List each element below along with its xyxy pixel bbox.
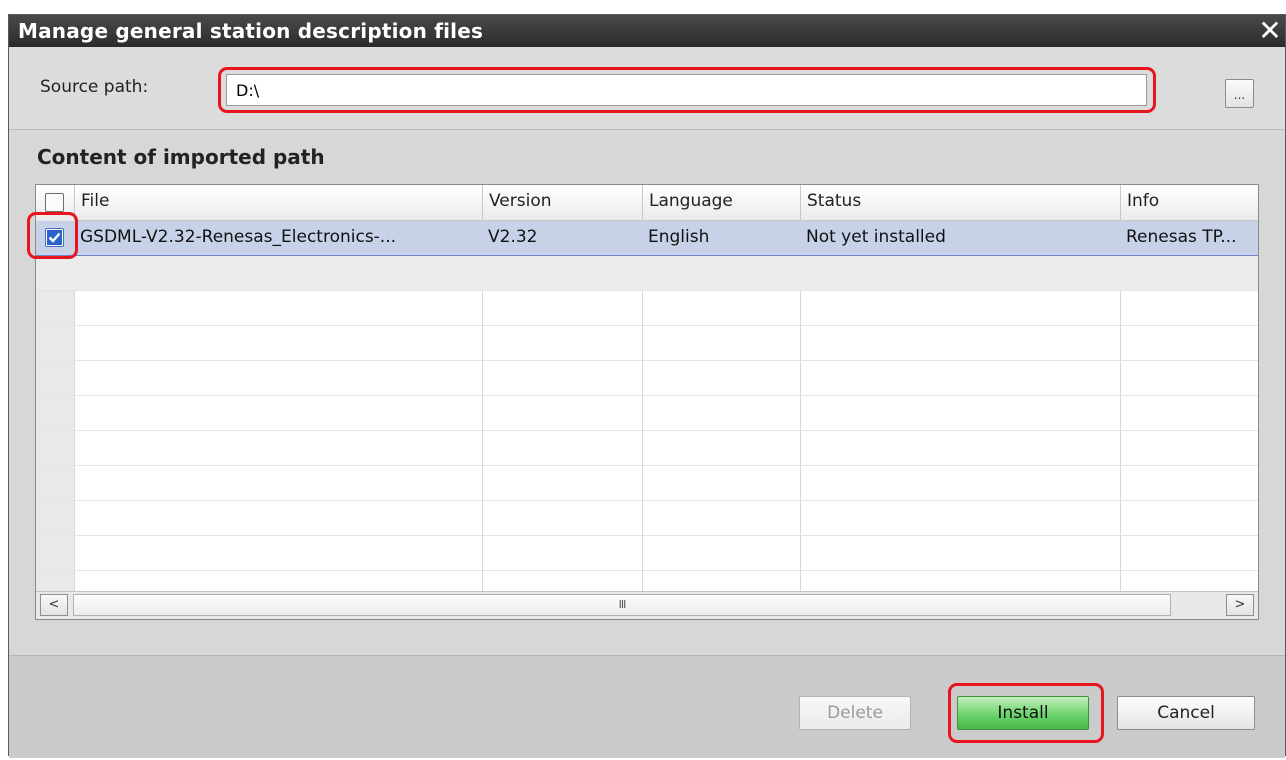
close-icon[interactable]: ✕ (1255, 15, 1285, 47)
cell-info: Renesas TP... (1126, 227, 1237, 247)
cell-status: Not yet installed (806, 227, 946, 247)
column-header-info[interactable]: Info (1120, 185, 1258, 220)
table-row-empty (36, 396, 1258, 431)
scroll-thumb[interactable]: III (73, 594, 1171, 616)
cancel-button[interactable]: Cancel (1117, 696, 1255, 730)
table-row-empty (36, 326, 1258, 361)
scroll-right-icon[interactable]: > (1226, 594, 1254, 616)
table-row-empty (36, 431, 1258, 466)
cell-version: V2.32 (488, 227, 538, 247)
dialog-title: Manage general station description files (18, 19, 484, 43)
table-row[interactable]: GSDML-V2.32-Renesas_Electronics-... V2.3… (36, 221, 1258, 256)
delete-button[interactable]: Delete (799, 696, 911, 730)
column-header-language[interactable]: Language (642, 185, 800, 220)
table-row-empty (36, 501, 1258, 536)
gsd-file-table: File Version Language Status Info GSDML-… (35, 184, 1259, 620)
table-row-empty (36, 361, 1258, 396)
cell-file: GSDML-V2.32-Renesas_Electronics-... (80, 227, 397, 247)
browse-button[interactable]: ... (1225, 79, 1254, 108)
install-highlight (948, 683, 1104, 743)
table-row-empty (36, 256, 1258, 291)
table-row-empty (36, 291, 1258, 326)
table-row-empty (36, 536, 1258, 571)
checkbox-highlight (27, 212, 78, 259)
source-path-section: Source path: ... (9, 47, 1285, 130)
scroll-left-icon[interactable]: < (40, 594, 68, 616)
table-row-empty (36, 466, 1258, 501)
column-header-version[interactable]: Version (482, 185, 642, 220)
column-header-file[interactable]: File (74, 185, 482, 220)
select-all-checkbox[interactable] (45, 193, 64, 212)
table-header: File Version Language Status Info (36, 185, 1258, 221)
column-header-status[interactable]: Status (800, 185, 1120, 220)
horizontal-scrollbar[interactable]: < III > (36, 591, 1258, 619)
source-path-highlight (218, 67, 1156, 113)
content-heading: Content of imported path (37, 145, 325, 169)
title-bar: Manage general station description files… (9, 15, 1285, 47)
manage-gsd-dialog: Manage general station description files… (8, 14, 1286, 758)
source-path-label: Source path: (40, 77, 149, 97)
cell-language: English (648, 227, 710, 247)
